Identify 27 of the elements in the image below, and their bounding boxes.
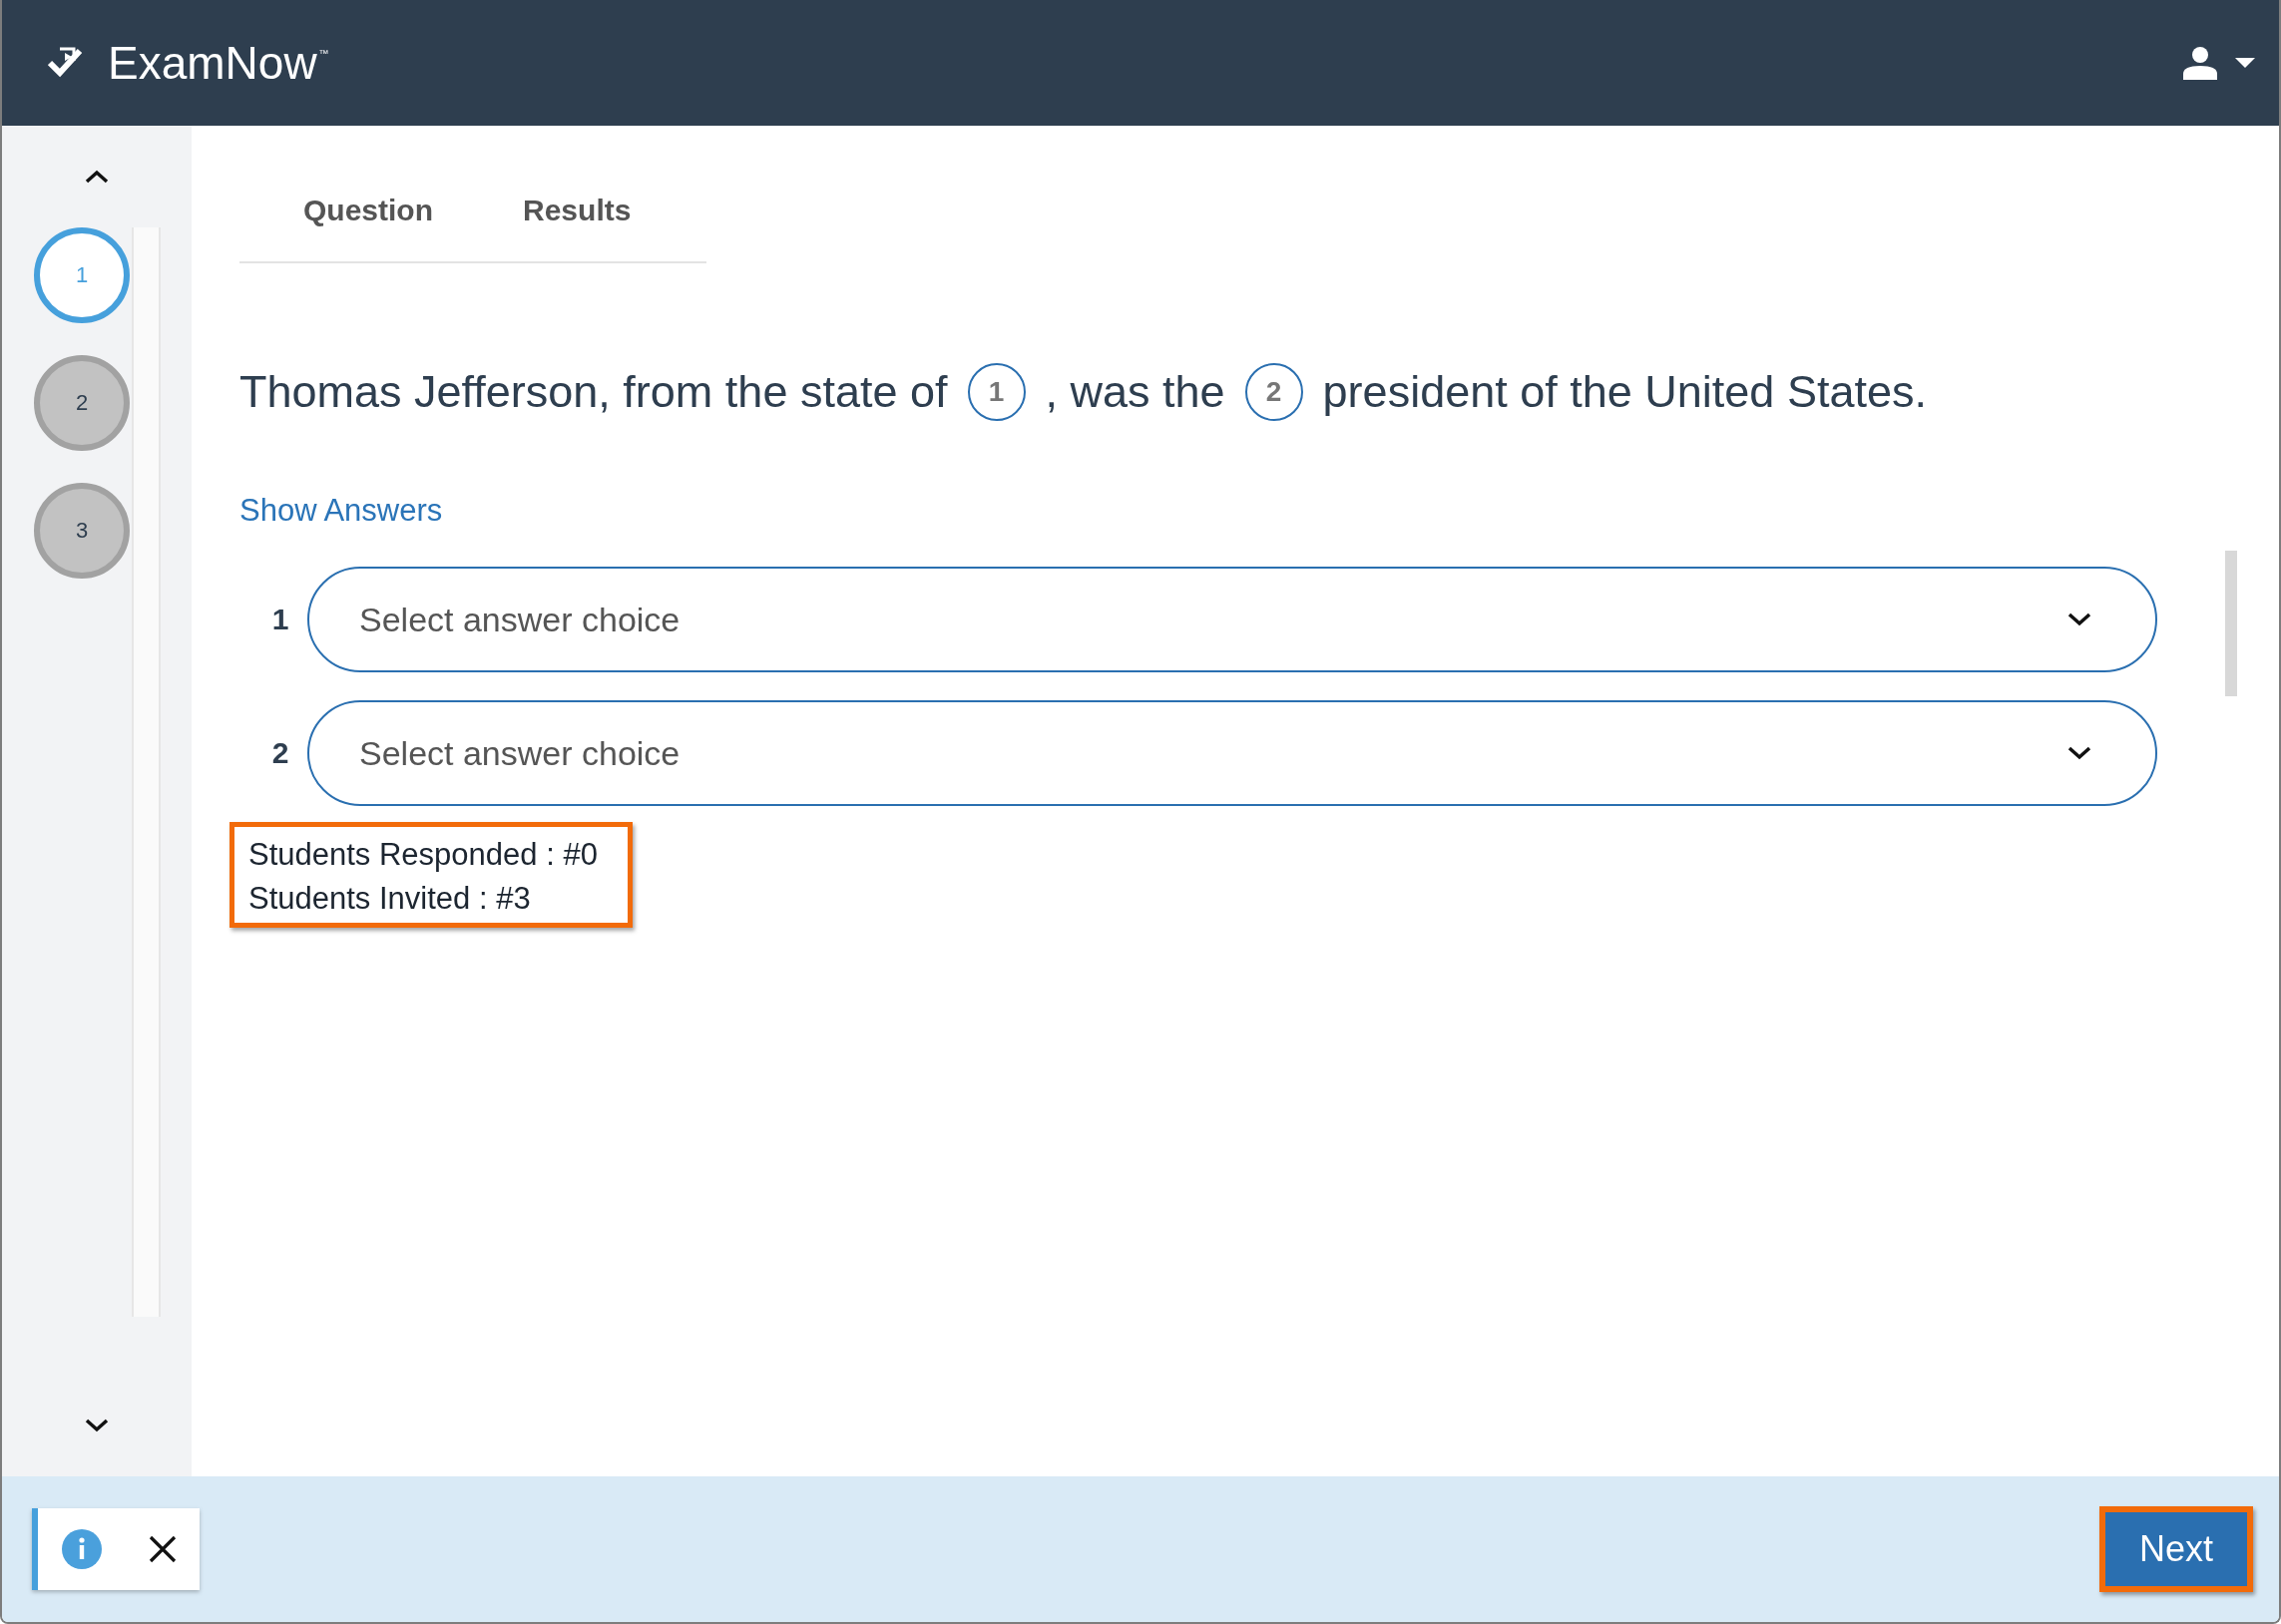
user-icon	[2183, 46, 2217, 80]
question-text: Thomas Jefferson, from the state of	[239, 366, 948, 418]
question-number[interactable]: 2	[34, 355, 130, 451]
answer-number: 1	[270, 603, 290, 636]
logo-text: ExamNow	[108, 36, 317, 90]
info-icon	[61, 1529, 102, 1569]
chevron-down-icon	[2067, 612, 2091, 626]
tab[interactable]: Results	[493, 182, 662, 261]
blank-marker: 2	[1244, 363, 1303, 421]
question-text: president of the United States.	[1322, 366, 1927, 418]
user-menu[interactable]	[2183, 46, 2255, 80]
stat-text: Students Invited : #3	[248, 881, 532, 917]
trademark: ™	[318, 48, 329, 59]
caret-icon	[2235, 58, 2255, 68]
chevron-down-icon	[2067, 746, 2091, 760]
close-icon[interactable]	[148, 1535, 177, 1563]
next-button[interactable]: Next	[2104, 1512, 2247, 1586]
tab[interactable]: Question	[273, 182, 463, 261]
stat-text: Students Responded : #0	[248, 837, 598, 873]
show-answers-link[interactable]: Show Answers	[239, 493, 443, 529]
question-text: , was the	[1045, 366, 1225, 418]
blank-marker: 1	[967, 363, 1026, 421]
scrollbar[interactable]	[2225, 551, 2237, 696]
answer-number: 2	[270, 736, 290, 770]
answer-dropdown[interactable]: Select answer choice	[307, 700, 2157, 806]
question-number[interactable]: 3	[34, 483, 130, 579]
answer-dropdown[interactable]: Select answer choice	[307, 567, 2157, 672]
